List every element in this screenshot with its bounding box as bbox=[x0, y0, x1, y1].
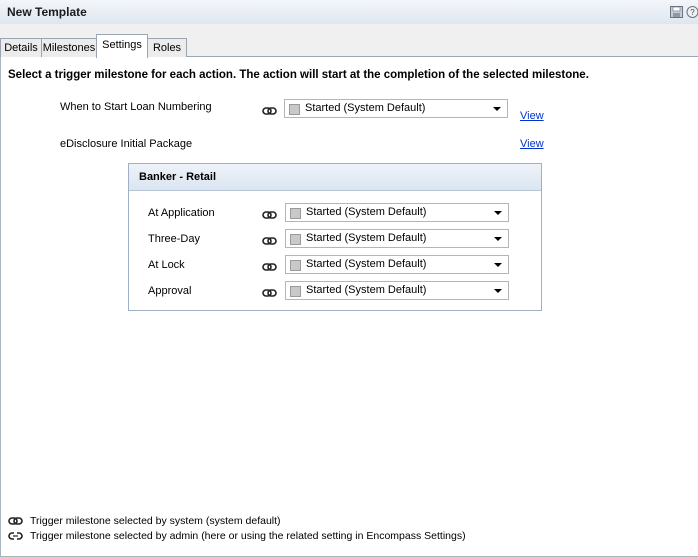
loan-numbering-select[interactable]: Started (System Default) bbox=[284, 99, 508, 118]
three-day-select[interactable]: Started (System Default) bbox=[285, 229, 509, 248]
milestone-color-swatch bbox=[290, 286, 301, 297]
tab-milestones[interactable]: Milestones bbox=[41, 38, 97, 57]
view-link-edisclosure[interactable]: View bbox=[520, 138, 544, 150]
select-value: Started (System Default) bbox=[305, 102, 426, 114]
tab-label: Roles bbox=[152, 42, 182, 54]
view-link-loan-numbering[interactable]: View bbox=[520, 110, 544, 122]
tab-roles[interactable]: Roles bbox=[147, 38, 187, 57]
save-icon[interactable] bbox=[670, 6, 683, 18]
approval-select[interactable]: Started (System Default) bbox=[285, 281, 509, 300]
chevron-down-icon bbox=[494, 289, 502, 293]
chain-link-icon bbox=[262, 263, 277, 271]
chain-link-icon bbox=[262, 289, 277, 297]
row-label-approval: Approval bbox=[148, 285, 192, 297]
chevron-down-icon bbox=[494, 211, 502, 215]
chevron-down-icon bbox=[494, 237, 502, 241]
edisclosure-label: eDisclosure Initial Package bbox=[60, 138, 193, 150]
title-bar: New Template ? bbox=[0, 0, 698, 25]
tab-settings[interactable]: Settings bbox=[96, 34, 148, 58]
milestone-color-swatch bbox=[290, 234, 301, 245]
row-label-at-lock: At Lock bbox=[148, 259, 185, 271]
select-value: Started (System Default) bbox=[306, 232, 427, 244]
at-application-select[interactable]: Started (System Default) bbox=[285, 203, 509, 222]
select-value: Started (System Default) bbox=[306, 206, 427, 218]
window-title: New Template bbox=[7, 5, 87, 19]
milestone-color-swatch bbox=[289, 104, 300, 115]
chevron-down-icon bbox=[493, 107, 501, 111]
tab-label: Details bbox=[4, 42, 38, 54]
chain-link-icon bbox=[262, 211, 277, 219]
tab-label: Milestones bbox=[42, 42, 96, 54]
panel-title: Banker - Retail bbox=[139, 171, 217, 183]
chevron-down-icon bbox=[494, 263, 502, 267]
legend-admin-text: Trigger milestone selected by admin (her… bbox=[30, 530, 466, 542]
milestone-color-swatch bbox=[290, 260, 301, 271]
chain-link-icon bbox=[262, 237, 277, 245]
panel-header: Banker - Retail bbox=[129, 164, 541, 191]
row-label-three-day: Three-Day bbox=[148, 233, 200, 245]
svg-text:?: ? bbox=[690, 8, 695, 17]
select-value: Started (System Default) bbox=[306, 284, 427, 296]
help-icon[interactable]: ? bbox=[686, 6, 698, 18]
legend-system-text: Trigger milestone selected by system (sy… bbox=[30, 515, 281, 527]
at-lock-select[interactable]: Started (System Default) bbox=[285, 255, 509, 274]
row-label-at-application: At Application bbox=[148, 207, 215, 219]
loan-numbering-label: When to Start Loan Numbering bbox=[60, 101, 212, 113]
chain-link-icon bbox=[262, 107, 277, 115]
milestone-color-swatch bbox=[290, 208, 301, 219]
tab-label: Settings bbox=[102, 39, 142, 51]
broken-link-icon bbox=[8, 532, 23, 540]
instruction-text: Select a trigger milestone for each acti… bbox=[8, 69, 589, 81]
chain-link-icon bbox=[8, 517, 23, 525]
select-value: Started (System Default) bbox=[306, 258, 427, 270]
tab-details[interactable]: Details bbox=[0, 38, 42, 57]
